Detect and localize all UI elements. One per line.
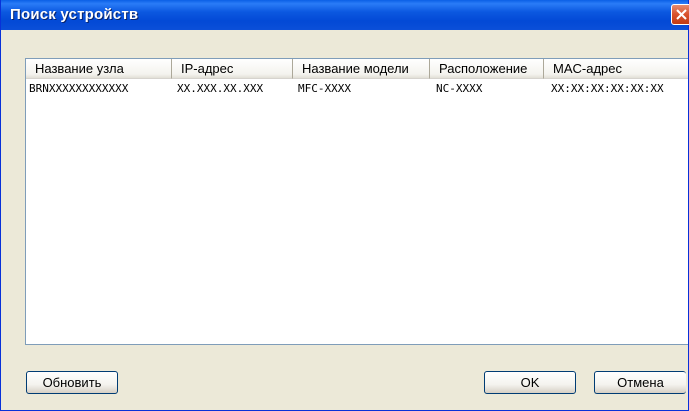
device-list[interactable]: Название узла IP-адрес Название модели Р…	[25, 58, 688, 345]
ok-button[interactable]: OK	[484, 371, 576, 394]
cell-location: NC-XXXX	[436, 82, 483, 95]
title-bar[interactable]: Поиск устройств	[1, 0, 689, 30]
cell-mac-address: XX:XX:XX:XX:XX:XX	[551, 82, 664, 95]
column-header-ip-address[interactable]: IP-адрес	[172, 59, 293, 79]
close-icon	[676, 9, 687, 20]
cancel-button[interactable]: Отмена	[594, 371, 686, 394]
list-header: Название узла IP-адрес Название модели Р…	[26, 59, 688, 79]
column-header-node-name[interactable]: Название узла	[26, 59, 172, 79]
search-devices-dialog: Поиск устройств Название узла IP-адрес Н…	[0, 0, 689, 411]
cell-node-name: BRNXXXXXXXXXXXX	[29, 82, 129, 95]
window-title: Поиск устройств	[10, 6, 139, 23]
column-header-mac-address[interactable]: MAC-адрес	[544, 59, 688, 79]
column-header-location[interactable]: Расположение	[430, 59, 544, 79]
close-button[interactable]	[671, 4, 689, 25]
refresh-button[interactable]: Обновить	[26, 371, 118, 394]
cell-model-name: MFC-XXXX	[298, 82, 351, 95]
table-row[interactable]: BRNXXXXXXXXXXXX XX.XXX.XX.XXX MFC-XXXX N…	[26, 80, 688, 98]
column-header-model-name[interactable]: Название модели	[293, 59, 430, 79]
cell-ip-address: XX.XXX.XX.XXX	[177, 82, 264, 95]
